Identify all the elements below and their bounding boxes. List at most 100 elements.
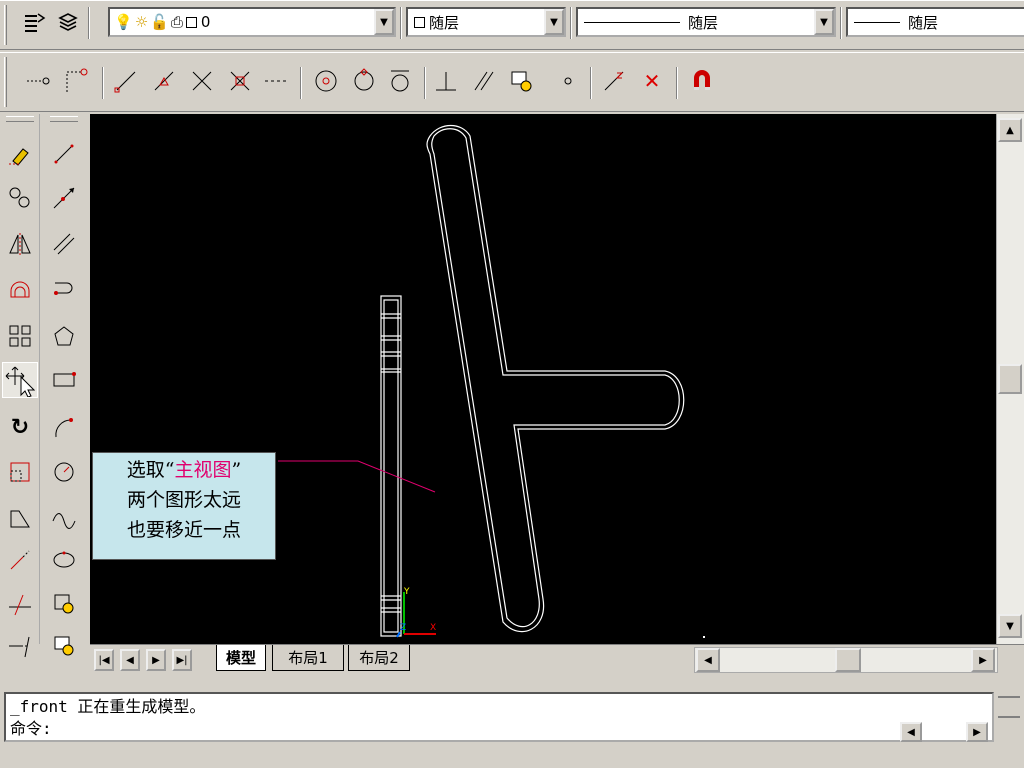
lock-icon[interactable]: 🔓 (150, 13, 169, 31)
layer-previous-icon[interactable] (54, 8, 82, 36)
separator (590, 67, 592, 99)
snap-extension-icon[interactable] (262, 67, 290, 95)
object-snap-toolbar: ✕ (0, 52, 1024, 112)
lengthen-icon[interactable] (2, 542, 38, 578)
snap-tangent-icon[interactable] (386, 67, 414, 95)
scroll-up-button[interactable]: ▲ (998, 118, 1022, 142)
scroll-thumb[interactable] (998, 364, 1022, 394)
rotate-icon[interactable]: ↻ (2, 410, 38, 446)
prev-tab-button[interactable]: ◀ (120, 649, 140, 671)
snap-apparent-intersection-icon[interactable] (226, 67, 254, 95)
layer-dropdown[interactable]: 💡 ☼ 🔓 ⎙ 0 ▼ (108, 7, 396, 37)
line-icon[interactable] (46, 136, 82, 172)
spline-icon[interactable] (46, 500, 82, 536)
circle-icon[interactable] (46, 454, 82, 490)
lineweight-preview (854, 21, 900, 23)
snap-endpoint-icon[interactable] (112, 67, 140, 95)
linetype-value: 随层 (688, 13, 719, 32)
next-tab-button[interactable]: ▶ (146, 649, 166, 671)
command-resize-grip[interactable] (998, 696, 1020, 718)
snap-from-icon[interactable] (62, 67, 90, 95)
snap-midpoint-icon[interactable] (150, 67, 178, 95)
dropdown-arrow-icon[interactable]: ▼ (374, 9, 394, 35)
array-icon[interactable] (2, 318, 38, 354)
command-prompt[interactable]: 命令: (10, 718, 52, 740)
tab-layout2[interactable]: 布局2 (348, 645, 410, 671)
separator (102, 67, 104, 99)
sun-icon[interactable]: ☼ (135, 13, 148, 31)
modify-toolbar: ↻ (0, 114, 40, 658)
last-tab-button[interactable]: ▶| (172, 649, 192, 671)
construction-line-icon[interactable] (46, 180, 82, 216)
temporary-track-icon[interactable] (24, 67, 52, 95)
hscroll-thumb[interactable] (835, 648, 861, 672)
command-scroll-right-button[interactable]: ▶ (966, 722, 988, 742)
separator (570, 7, 572, 39)
layer-manager-icon[interactable] (20, 8, 48, 36)
make-block-icon[interactable] (46, 628, 82, 664)
color-dropdown[interactable]: 随层 ▼ (406, 7, 566, 37)
osnap-settings-magnet-icon[interactable] (688, 67, 716, 95)
trim-icon[interactable] (2, 586, 38, 622)
dropdown-arrow-icon[interactable]: ▼ (544, 9, 564, 35)
scroll-down-button[interactable]: ▼ (998, 614, 1022, 638)
linetype-preview (584, 21, 680, 23)
scroll-left-button[interactable]: ◀ (696, 648, 720, 672)
horizontal-scrollbar[interactable]: ◀ ▶ (694, 647, 998, 673)
command-scroll-left-button[interactable]: ◀ (900, 722, 922, 742)
snap-none-icon[interactable]: ✕ (638, 67, 666, 95)
separator (88, 7, 90, 39)
snap-intersection-icon[interactable] (188, 67, 216, 95)
erase-icon[interactable] (2, 136, 38, 172)
layout-tab-bar: |◀ ◀ ▶ ▶| 模型 布局1 布局2 ◀ ▶ (90, 644, 1024, 678)
scale-icon[interactable] (2, 454, 38, 490)
front-view-outline (380, 295, 402, 637)
first-tab-button[interactable]: |◀ (94, 649, 114, 671)
scroll-right-button[interactable]: ▶ (971, 648, 995, 672)
printer-icon[interactable]: ⎙ (171, 13, 183, 31)
ucs-icon: Y X Z (396, 587, 436, 638)
ucs-z-label: Z (400, 623, 406, 633)
callout-line-3: 也要移近一点 (126, 519, 241, 541)
lineweight-dropdown[interactable]: 随层 (846, 7, 1024, 37)
tab-model[interactable]: 模型 (216, 645, 266, 671)
toolbar-grip[interactable] (4, 57, 7, 107)
snap-parallel-icon[interactable] (470, 67, 498, 95)
snap-center-icon[interactable] (312, 67, 340, 95)
callout-line-1: 选取“主视图” (126, 459, 242, 481)
copy-icon[interactable] (2, 180, 38, 216)
color-swatch-icon (185, 16, 197, 28)
linetype-dropdown[interactable]: 随层 ▼ (576, 7, 836, 37)
snap-perpendicular-icon[interactable] (432, 67, 460, 95)
polyline-icon[interactable] (46, 272, 82, 308)
instruction-callout: 选取“主视图” 两个图形太远 也要移近一点 (92, 452, 276, 560)
separator (400, 7, 402, 39)
bulb-icon[interactable]: 💡 (114, 13, 133, 31)
command-history[interactable]: _front 正在重生成模型。 命令: (4, 692, 994, 742)
dropdown-arrow-icon[interactable]: ▼ (814, 9, 834, 35)
polygon-icon[interactable] (46, 318, 82, 354)
rectangle-icon[interactable] (46, 362, 82, 398)
offset-icon[interactable] (2, 272, 38, 308)
vertical-scrollbar[interactable]: ▲ ▼ (996, 114, 1024, 644)
separator (676, 67, 678, 99)
toolbar-grip[interactable] (50, 116, 78, 122)
arc-icon[interactable] (46, 410, 82, 446)
mirror-icon[interactable] (2, 226, 38, 262)
separator (424, 67, 426, 99)
move-icon[interactable] (2, 362, 38, 398)
multiline-icon[interactable] (46, 226, 82, 262)
snap-node-icon[interactable] (554, 67, 582, 95)
insert-block-icon[interactable] (46, 586, 82, 622)
toolbar-grip[interactable] (4, 5, 7, 45)
snap-insert-icon[interactable] (508, 67, 536, 95)
snap-quadrant-icon[interactable] (350, 67, 378, 95)
stretch-icon[interactable] (2, 500, 38, 536)
ellipse-icon[interactable] (46, 542, 82, 578)
snap-nearest-icon[interactable] (600, 67, 628, 95)
color-swatch-icon (414, 16, 425, 28)
extend-icon[interactable] (2, 628, 38, 664)
toolbar-grip[interactable] (6, 116, 34, 122)
drawing-canvas[interactable]: Y X Z (90, 114, 996, 644)
tab-layout1[interactable]: 布局1 (272, 645, 344, 671)
